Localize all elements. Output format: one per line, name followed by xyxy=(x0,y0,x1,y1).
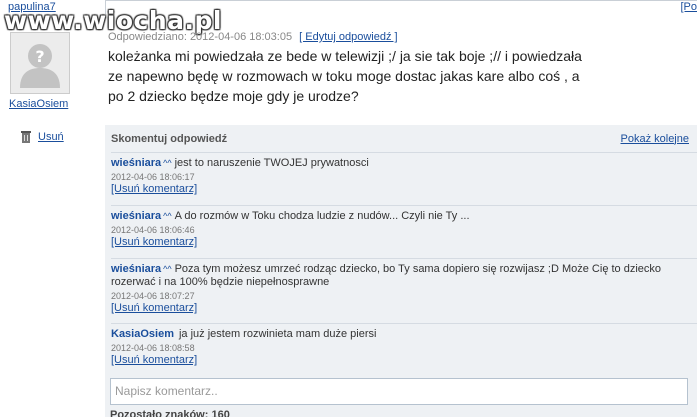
comment-author-badge: ^^ xyxy=(163,158,172,168)
edit-answer-link[interactable]: [ Edytuj odpowiedź ] xyxy=(299,31,397,43)
delete-comment-link[interactable]: [Usuń komentarz] xyxy=(111,302,197,314)
remaining-chars: Pozostało znaków: 160 xyxy=(110,409,230,417)
comment-date: 2012-04-06 18:08:58 xyxy=(111,343,195,353)
comment-item: wieśniara ^^ jest to naruszenie TWOJEJ pry… xyxy=(111,152,697,196)
comments-panel: Skomentuj odpowiedź Pokaż kolejne wieśni… xyxy=(105,125,697,417)
comments-header: Skomentuj odpowiedź Pokaż kolejne xyxy=(105,125,697,152)
comment-author[interactable]: KasiaOsiem xyxy=(111,328,174,340)
show-more-link[interactable]: Pokaż kolejne xyxy=(621,133,690,145)
comment-text: A do rozmów w Toku chodza ludzie z nudów… xyxy=(174,210,470,222)
answer-meta: Odpowiedziano: 2012-04-06 18:03:05 [ Edy… xyxy=(108,31,398,43)
avatar[interactable]: ? xyxy=(10,32,70,94)
comment-author-badge: ^^ xyxy=(163,211,172,221)
answer-date: Odpowiedziano: 2012-04-06 18:03:05 xyxy=(108,31,293,43)
delete-answer-link[interactable]: Usuń xyxy=(38,131,64,143)
comment-text: jest to naruszenie TWOJEJ prywatnosci xyxy=(174,157,369,169)
comment-item: wieśniara ^^ Poza tym możesz umrzeć rodząc… xyxy=(111,258,697,315)
delete-answer[interactable]: Usuń xyxy=(20,130,64,143)
delete-comment-link[interactable]: [Usuń komentarz] xyxy=(111,183,197,195)
comment-author[interactable]: wieśniara xyxy=(111,210,161,222)
trash-icon xyxy=(21,131,31,143)
comments-title: Skomentuj odpowiedź xyxy=(111,132,228,145)
answer-author-link[interactable]: KasiaOsiem xyxy=(9,98,68,110)
svg-text:?: ? xyxy=(35,47,44,66)
answer-text: koleżanka mi powiedzała ze bede w telewi… xyxy=(108,48,582,104)
delete-comment-link[interactable]: [Usuń komentarz] xyxy=(111,236,197,248)
comment-text: Poza tym możesz umrzeć rodząc dziecko, b… xyxy=(111,263,662,288)
comment-text: ja już jestem rozwinieta mam duże piersi xyxy=(178,328,377,340)
comment-author[interactable]: wieśniara xyxy=(111,157,161,169)
comment-input-box[interactable] xyxy=(110,378,688,405)
top-right-link[interactable]: [Po xyxy=(677,1,697,13)
comment-author-badge: ^^ xyxy=(163,264,172,274)
comment-item: wieśniara ^^ A do rozmów w Toku chodza lud… xyxy=(111,205,697,249)
default-avatar-icon: ? xyxy=(20,44,60,88)
comment-item: KasiaOsiem ja już jestem rozwinieta mam d… xyxy=(111,323,697,367)
comment-author[interactable]: wieśniara xyxy=(111,263,161,275)
comment-date: 2012-04-06 18:06:17 xyxy=(111,172,195,182)
comment-input[interactable] xyxy=(115,384,683,398)
comment-date: 2012-04-06 18:06:46 xyxy=(111,225,195,235)
delete-comment-link[interactable]: [Usuń komentarz] xyxy=(111,354,197,366)
comment-date: 2012-04-06 18:07:27 xyxy=(111,291,195,301)
